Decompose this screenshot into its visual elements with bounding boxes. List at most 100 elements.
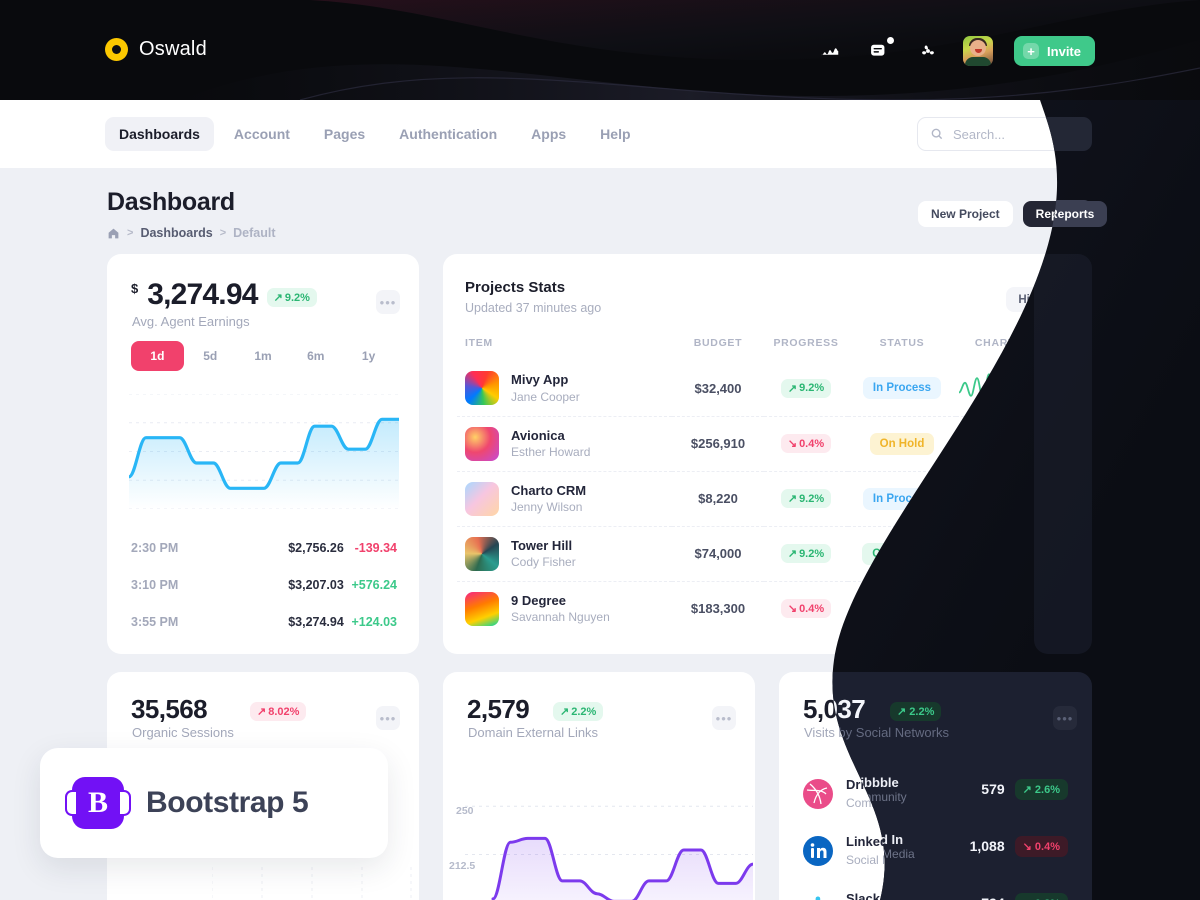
earnings-area-chart <box>127 393 401 510</box>
breadcrumb-link-dashboards[interactable]: Dashboards <box>140 226 212 240</box>
project-budget: $8,220 <box>672 470 764 526</box>
organic-value: 35,568 <box>131 694 208 724</box>
table-header-row: ITEM BUDGET PROGRESS STATUS CHART VIEW <box>457 329 1078 361</box>
social-change-badge: ↗ 2.2% <box>890 702 941 721</box>
earnings-amount-row: $ 3,274.94 ↗ 9.2% <box>131 278 317 312</box>
status-badge: On Hold <box>869 432 935 455</box>
bootstrap-label: Bootstrap 5 <box>146 786 309 819</box>
view-arrow-button[interactable]: → <box>1043 595 1069 622</box>
currency-symbol: $ <box>131 281 139 296</box>
nav-item-authentication[interactable]: Authentication <box>385 117 511 151</box>
bootstrap-logo-icon: B <box>65 777 131 829</box>
project-budget: $32,400 <box>694 380 742 396</box>
social-name: Slack <box>846 891 880 900</box>
message-icon[interactable] <box>865 37 895 65</box>
new-project-button[interactable]: New Project <box>917 201 1013 227</box>
social-category: Community <box>846 796 907 810</box>
top-actions: + Invite <box>816 36 1095 66</box>
earnings-amount: 3,274.94 <box>147 278 258 311</box>
range-tab-5d[interactable]: 5d <box>184 341 237 371</box>
table-row[interactable]: Tower Hill Cody Fisher $74,000 ↗ 9.2% Co… <box>457 525 1078 581</box>
project-sparkline <box>958 482 1032 510</box>
status-cell: On Hold <box>848 415 956 471</box>
transaction-row: 2:30 PM $2,756.26 -139.34 <box>131 529 397 566</box>
transaction-amount: $3,274.94 <box>288 614 344 629</box>
domain-kebab-menu[interactable]: ••• <box>712 706 736 730</box>
dribbble-icon <box>803 779 833 809</box>
col-budget: BUDGET <box>693 337 743 349</box>
table-row[interactable]: Mivy App Jane Cooper $32,400 ↗ 9.2% In P… <box>457 361 1078 416</box>
history-button[interactable]: History <box>1006 287 1070 312</box>
table-row[interactable]: Charto CRM Jenny Wilson $8,220 ↗ 9.2% In… <box>457 470 1078 526</box>
organic-kebab-menu[interactable]: ••• <box>376 706 400 730</box>
arrow-down-icon: ↘ <box>1026 845 1036 858</box>
item-cell: Avionica Esther Howard <box>457 415 672 471</box>
progress-cell: ↘ 0.4% <box>764 415 848 471</box>
social-value: 5,037 <box>803 694 866 724</box>
project-owner: Cody Fisher <box>511 555 576 570</box>
search-input[interactable] <box>953 126 1073 142</box>
col-item: ITEM <box>465 337 493 349</box>
project-thumbnail <box>465 591 499 626</box>
table-row[interactable]: 9 Degree Savannah Nguyen $183,300 ↘ 0.4%… <box>457 580 1078 636</box>
chart-cell <box>956 415 1034 471</box>
view-arrow-button[interactable]: → <box>1043 375 1069 402</box>
home-icon[interactable] <box>107 227 120 240</box>
project-sparkline <box>958 371 1032 400</box>
breadcrumb-current: Default <box>233 226 276 240</box>
domain-change-badge: ↗ 2.2% <box>553 702 604 721</box>
social-row-linkedin[interactable]: Linked In Social Media 1,088 ↘ 0.4% <box>803 823 1070 879</box>
transaction-delta: +576.24 <box>351 577 397 592</box>
nav-item-pages[interactable]: Pages <box>310 117 379 151</box>
brand[interactable]: Oswald <box>105 38 207 61</box>
range-tab-6m[interactable]: 6m <box>289 341 342 371</box>
breadcrumb-separator-2: > <box>219 227 227 239</box>
range-tab-1m[interactable]: 1m <box>237 341 290 371</box>
page-title: Dashboard <box>107 188 235 216</box>
search-box[interactable] <box>917 117 1092 151</box>
social-change-value: 0.4% <box>1037 845 1063 857</box>
user-avatar[interactable] <box>963 36 994 66</box>
nav-item-dashboards[interactable]: Dashboards <box>105 117 214 151</box>
view-arrow-button[interactable]: → <box>1043 485 1069 512</box>
page-actions: New Project Reports <box>917 201 1094 227</box>
range-tabs: 1d 5d 1m 6m 1y <box>131 341 395 371</box>
view-cell: → <box>1034 415 1078 471</box>
table-head: ITEM BUDGET PROGRESS STATUS CHART VIEW <box>457 329 1078 361</box>
progress-cell: ↗ 9.2% <box>764 361 848 416</box>
nav-item-apps[interactable]: Apps <box>517 117 580 151</box>
arrow-up-icon: ↗ <box>257 706 267 718</box>
organic-grid <box>212 867 412 900</box>
invite-button[interactable]: + Invite <box>1014 36 1095 66</box>
bootstrap-badge: B Bootstrap 5 <box>40 748 388 858</box>
range-tab-1y[interactable]: 1y <box>342 341 395 371</box>
nav-item-help[interactable]: Help <box>586 117 644 151</box>
social-visits: 1,088 <box>974 843 1010 859</box>
project-budget: $74,000 <box>672 525 764 581</box>
social-row-dribbble[interactable]: Dribbble Community 579 ↗ 2.6% <box>803 766 1070 822</box>
col-chart: CHART <box>974 337 1016 349</box>
transaction-amount: $2,756.26 <box>288 540 344 555</box>
project-sparkline <box>958 427 1032 455</box>
social-row-slack[interactable]: Slack Messenger 794 ↗ 0.2% <box>803 880 1070 900</box>
table-row[interactable]: Avionica Esther Howard $256,910 ↘ 0.4% O… <box>457 415 1078 471</box>
range-tab-1d[interactable]: 1d <box>131 341 184 371</box>
project-progress-value: 0.4% <box>799 602 825 615</box>
table-body: Mivy App Jane Cooper $32,400 ↗ 9.2% In P… <box>457 361 1078 636</box>
page-head: Dashboard > Dashboards > Default <box>107 188 276 240</box>
view-arrow-button[interactable]: → <box>1043 540 1069 567</box>
progress-cell: ↘ 0.4% <box>764 580 848 636</box>
nav-item-account[interactable]: Account <box>220 117 304 151</box>
earnings-kebab-menu[interactable]: ••• <box>376 290 400 314</box>
transaction-amount: $3,207.03 <box>288 577 344 592</box>
status-badge: In Process <box>862 487 942 510</box>
social-kebab-menu[interactable]: ••• <box>1049 706 1073 730</box>
share-nodes-icon[interactable] <box>914 37 942 65</box>
view-arrow-button[interactable]: → <box>1043 430 1069 457</box>
project-progress-value: 9.2% <box>799 547 825 560</box>
status-cell: In Process <box>848 361 956 416</box>
plus-icon: + <box>1023 43 1040 59</box>
reports-button[interactable]: Reports <box>1022 201 1094 227</box>
cloud-chart-icon[interactable] <box>816 37 844 65</box>
nav-bar: Dashboards Account Pages Authentication … <box>0 100 1200 168</box>
